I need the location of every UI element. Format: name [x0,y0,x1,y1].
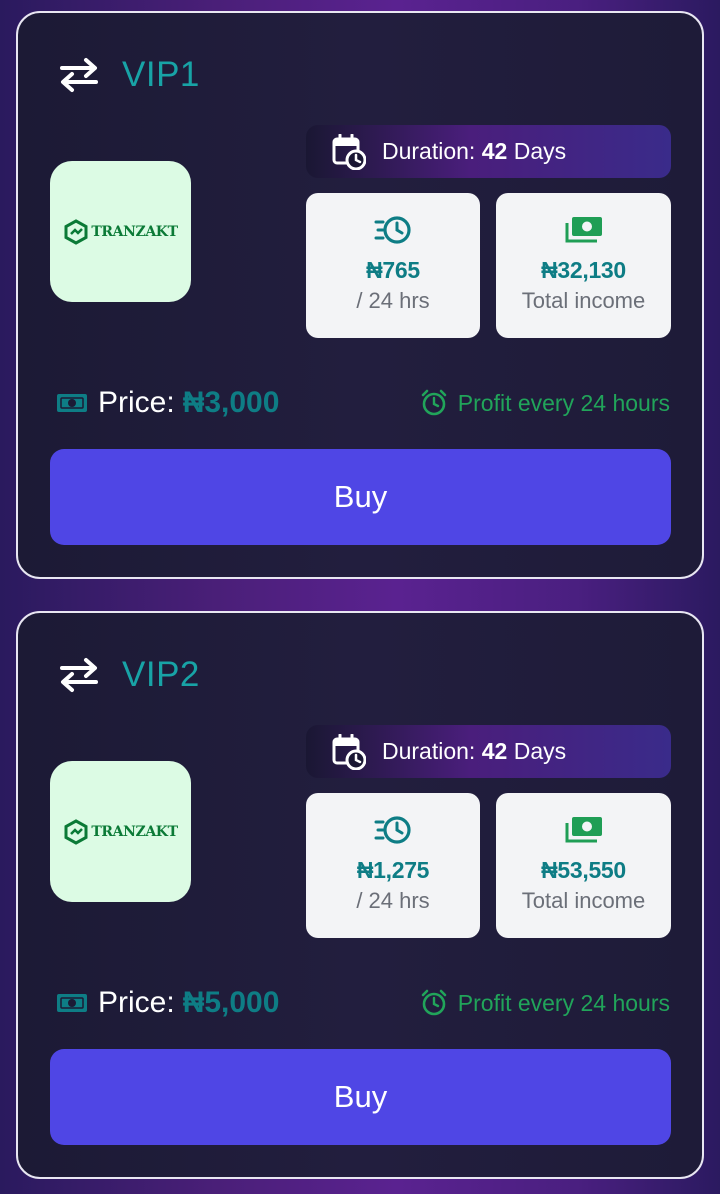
buy-button-vip2[interactable]: Buy [50,1049,671,1145]
duration-text: Duration: 42 Days [382,738,566,765]
total-income-box: ₦32,130 Total income [496,193,671,338]
total-income-box: ₦53,550 Total income [496,793,671,938]
price-value: ₦5,000 [182,986,280,1019]
duration-unit: Days [513,738,567,764]
duration-text: Duration: 42 Days [382,138,566,165]
fast-clock-icon [374,816,411,844]
brand-logo: TRANZAKT [50,761,191,902]
plan-name: VIP2 [122,655,200,694]
plan-name: VIP1 [122,55,200,94]
duration-unit: Days [513,138,567,164]
plan-card-vip2: VIP2 TRANZAKT Duration: 42 Days ₦1,275 /… [16,611,704,1179]
logo-text: TRANZAKT [91,223,178,240]
profit-text: Profit every 24 hours [457,389,670,416]
swap-arrows-icon [60,58,98,92]
cash-icon [57,394,87,412]
plan-header: VIP2 [56,653,200,697]
swap-arrows-icon [60,658,98,692]
price-label: Price: [98,986,175,1019]
duration-label: Duration: [382,738,476,764]
money-stack-icon [565,817,602,843]
duration-bar: Duration: 42 Days [306,125,671,178]
brand-logo: TRANZAKT [50,161,191,302]
plan-card-vip1: VIP1 TRANZAKT Duration: 42 Days ₦765 / 2… [16,11,704,579]
profit-text: Profit every 24 hours [457,989,670,1016]
alarm-clock-icon [421,989,447,1016]
total-label: Total income [521,888,646,913]
logo-text: TRANZAKT [91,823,178,840]
tranzakt-logo-icon [64,218,88,245]
duration-value: 42 [481,138,508,164]
cash-icon [57,994,87,1012]
total-label: Total income [521,288,646,313]
daily-income-box: ₦1,275 / 24 hrs [306,793,480,938]
daily-amount: ₦765 [366,257,420,283]
total-amount: ₦32,130 [541,257,626,283]
total-amount: ₦53,550 [541,857,626,883]
price-label: Price: [98,386,175,419]
daily-label: / 24 hrs [356,888,430,913]
price-value: ₦3,000 [182,386,280,419]
daily-income-box: ₦765 / 24 hrs [306,193,480,338]
fast-clock-icon [374,216,411,244]
duration-label: Duration: [382,138,476,164]
profit-row: Profit every 24 hours [420,385,670,421]
profit-row: Profit every 24 hours [420,985,670,1021]
tranzakt-logo-icon [64,818,88,845]
duration-bar: Duration: 42 Days [306,725,671,778]
alarm-clock-icon [421,389,447,416]
price-row: Price: ₦5,000 [56,983,279,1023]
calendar-clock-icon [332,733,366,770]
price-row: Price: ₦3,000 [56,383,279,423]
money-stack-icon [565,217,602,243]
duration-value: 42 [481,738,508,764]
buy-button-vip1[interactable]: Buy [50,449,671,545]
calendar-clock-icon [332,133,366,170]
daily-amount: ₦1,275 [356,857,430,883]
plan-header: VIP1 [56,53,200,97]
daily-label: / 24 hrs [356,288,430,313]
